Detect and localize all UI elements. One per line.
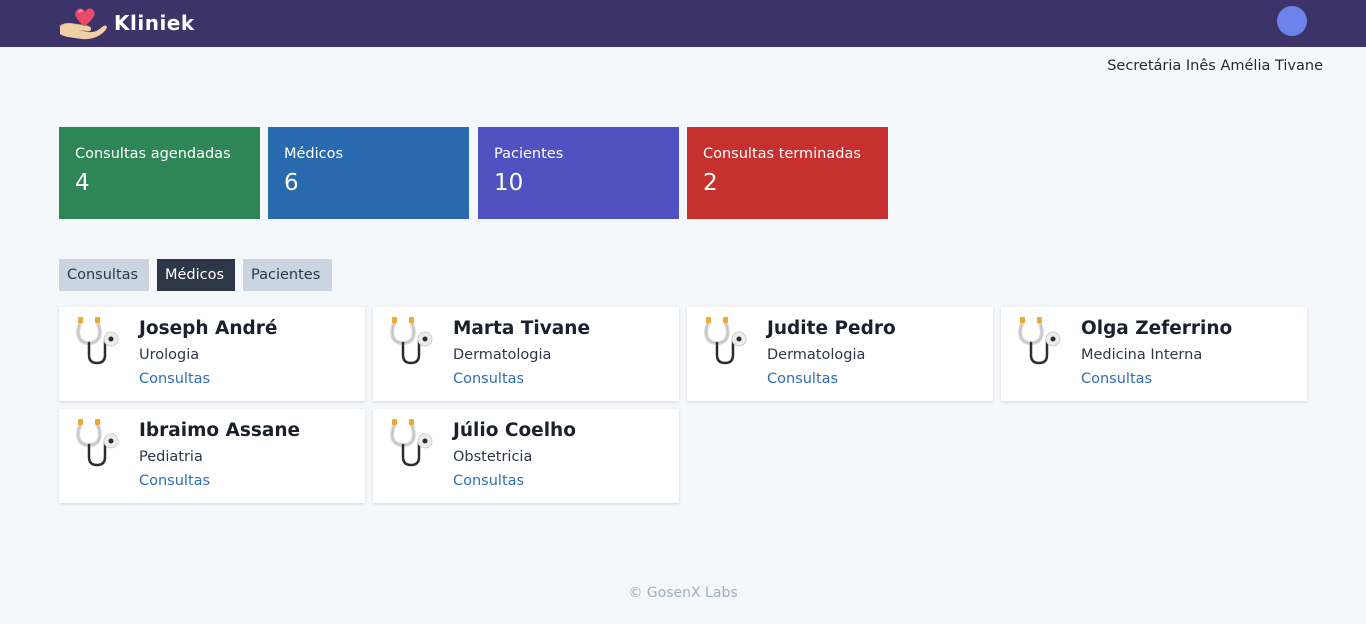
consultas-link[interactable]: Consultas (453, 371, 524, 387)
doctor-name: Olga Zeferrino (1081, 318, 1233, 339)
stat-card-patients[interactable]: Pacientes 10 (478, 127, 679, 219)
doctor-card[interactable]: Judite Pedro Dermatologia Consultas (687, 307, 993, 401)
doctor-specialty: Dermatologia (767, 347, 866, 363)
stat-card-doctors[interactable]: Médicos 6 (268, 127, 469, 219)
consultas-link[interactable]: Consultas (767, 371, 838, 387)
stethoscope-icon (76, 419, 119, 467)
doctor-specialty: Obstetricia (453, 449, 533, 465)
doctor-specialty: Urologia (139, 347, 200, 363)
doctor-card[interactable]: Júlio Coelho Obstetricia Consultas (373, 409, 679, 503)
doctor-card[interactable]: Olga Zeferrino Medicina Interna Consulta… (1001, 307, 1307, 401)
doctor-name: Marta Tivane (453, 318, 591, 339)
tab-medicos[interactable]: Médicos (157, 259, 235, 291)
doctor-card[interactable]: Joseph André Urologia Consultas (59, 307, 365, 401)
doctor-name: Joseph André (139, 318, 278, 339)
stat-value: 2 (703, 170, 718, 196)
stethoscope-icon (704, 317, 747, 365)
doctor-name: Judite Pedro (767, 318, 896, 339)
stethoscope-icon (390, 317, 433, 365)
stat-label: Consultas terminadas (703, 146, 861, 162)
tab-pacientes[interactable]: Pacientes (243, 259, 332, 291)
doctor-specialty: Medicina Interna (1081, 347, 1203, 363)
avatar[interactable] (1277, 6, 1307, 36)
consultas-link[interactable]: Consultas (453, 473, 524, 489)
consultas-link[interactable]: Consultas (1081, 371, 1152, 387)
stat-value: 10 (494, 170, 524, 196)
stat-card-finished-appointments[interactable]: Consultas terminadas 2 (687, 127, 888, 219)
doctor-name: Júlio Coelho (453, 420, 576, 441)
consultas-link[interactable]: Consultas (139, 371, 210, 387)
doctor-card[interactable]: Ibraimo Assane Pediatria Consultas (59, 409, 365, 503)
logged-user-name: Secretária Inês Amélia Tivane (1107, 58, 1323, 74)
doctor-name: Ibraimo Assane (139, 420, 301, 441)
stat-label: Consultas agendadas (75, 146, 231, 162)
brand-name: Kliniek (114, 11, 195, 35)
consultas-link[interactable]: Consultas (139, 473, 210, 489)
stethoscope-icon (390, 419, 433, 467)
doctor-specialty: Pediatria (139, 449, 203, 465)
doctor-card[interactable]: Marta Tivane Dermatologia Consultas (373, 307, 679, 401)
tab-consultas[interactable]: Consultas (59, 259, 149, 291)
stat-label: Médicos (284, 146, 344, 162)
top-navbar: Kliniek (0, 0, 1366, 47)
stat-card-scheduled-appointments[interactable]: Consultas agendadas 4 (59, 127, 260, 219)
doctor-specialty: Dermatologia (453, 347, 552, 363)
stethoscope-icon (76, 317, 119, 365)
heart-hand-icon (59, 8, 107, 40)
brand-link[interactable]: Kliniek (58, 6, 195, 40)
stat-value: 6 (284, 170, 299, 196)
stat-value: 4 (75, 170, 90, 196)
stat-label: Pacientes (494, 146, 564, 162)
stethoscope-icon (1018, 317, 1061, 365)
footer-copyright: © GosenX Labs (628, 585, 738, 601)
